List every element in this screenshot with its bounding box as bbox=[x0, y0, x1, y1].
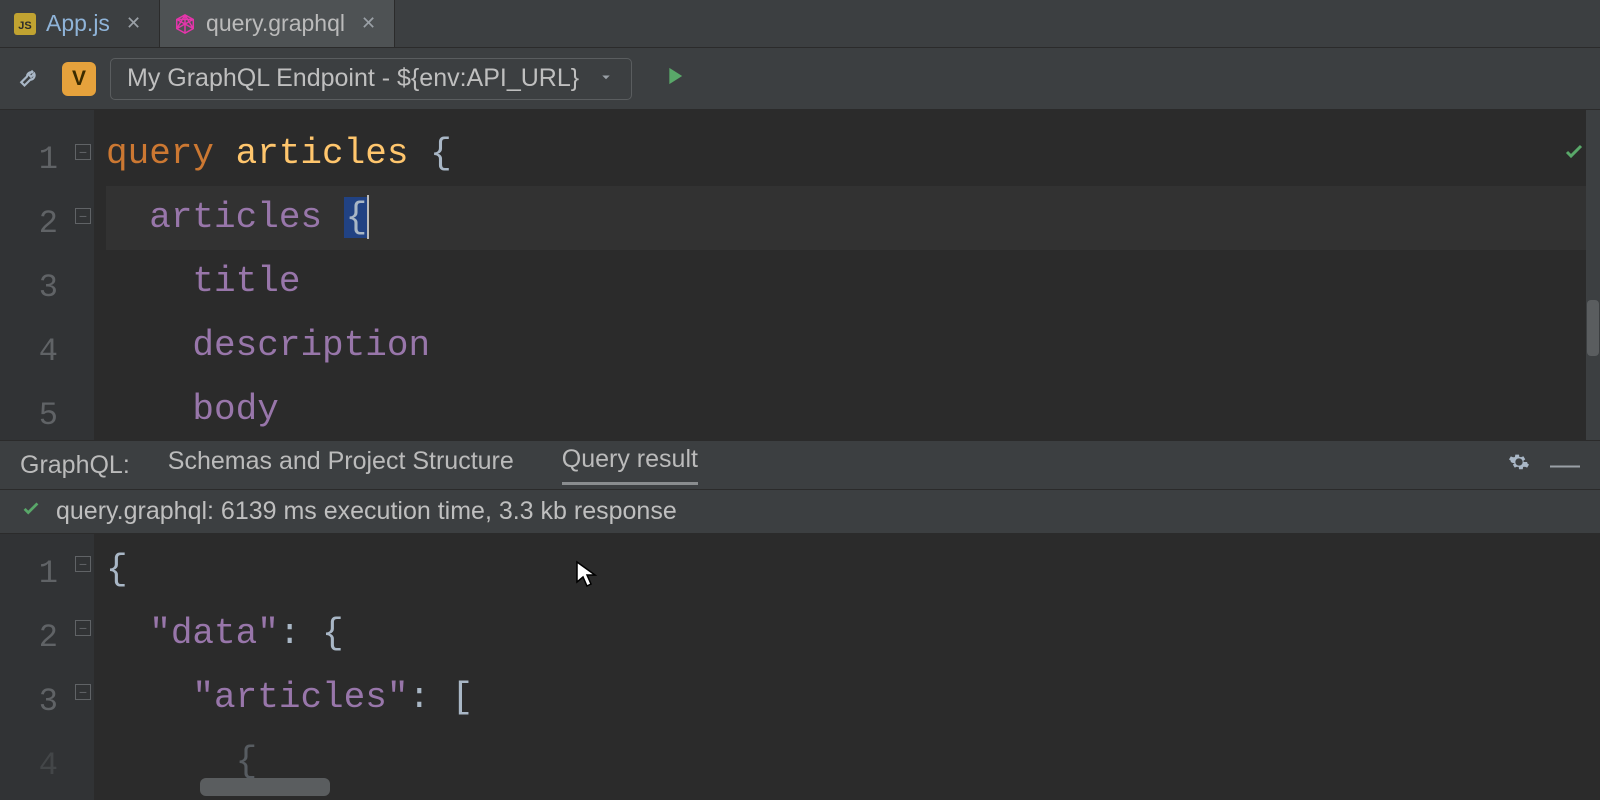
scrollbar-thumb[interactable] bbox=[1587, 300, 1599, 356]
line-number: 5 bbox=[0, 384, 58, 448]
variables-button[interactable]: V bbox=[62, 62, 96, 96]
line-number: 3 bbox=[0, 256, 58, 320]
run-query-button[interactable] bbox=[660, 62, 688, 95]
settings-wrench-icon[interactable] bbox=[14, 62, 48, 96]
line-number: 1 bbox=[0, 128, 58, 192]
inspection-ok-icon[interactable] bbox=[1562, 122, 1586, 186]
line-number-gutter: 1 2 3 4 5 bbox=[0, 110, 72, 440]
query-status-bar: query.graphql: 6139 ms execution time, 3… bbox=[0, 490, 1600, 534]
token-field: description bbox=[192, 325, 430, 366]
fold-toggle-icon[interactable]: − bbox=[75, 144, 91, 160]
check-icon bbox=[20, 497, 42, 526]
text-caret bbox=[367, 195, 369, 239]
line-number: 2 bbox=[0, 192, 58, 256]
fold-toggle-icon[interactable]: − bbox=[75, 684, 91, 700]
line-number: 4 bbox=[0, 320, 58, 384]
line-number: 1 bbox=[0, 542, 58, 606]
indent bbox=[106, 197, 149, 238]
fold-toggle-icon[interactable]: − bbox=[75, 620, 91, 636]
graphql-toolbar: V My GraphQL Endpoint - ${env:API_URL} bbox=[0, 48, 1600, 110]
token-brace: { bbox=[106, 549, 128, 590]
graphql-file-icon bbox=[174, 13, 196, 35]
indent bbox=[106, 261, 192, 302]
tab-query-graphql[interactable]: query.graphql ✕ bbox=[160, 0, 395, 47]
token-operation-name: articles bbox=[236, 133, 430, 174]
editor-tab-bar: JS App.js ✕ query.graphql ✕ bbox=[0, 0, 1600, 48]
indent bbox=[106, 677, 192, 718]
horizontal-scrollbar[interactable] bbox=[200, 778, 330, 796]
close-icon[interactable]: ✕ bbox=[361, 13, 376, 34]
token-keyword: query bbox=[106, 133, 236, 174]
tab-label: App.js bbox=[46, 10, 110, 37]
tab-query-result[interactable]: Query result bbox=[562, 445, 698, 485]
fold-gutter: − − bbox=[72, 110, 94, 440]
code-editor[interactable]: 1 2 3 4 5 − − query articles { articles … bbox=[0, 110, 1600, 440]
token-field: body bbox=[192, 389, 278, 430]
js-file-icon: JS bbox=[14, 13, 36, 35]
chevron-down-icon bbox=[597, 64, 615, 93]
indent bbox=[106, 613, 149, 654]
tab-label: query.graphql bbox=[206, 10, 345, 37]
svg-text:JS: JS bbox=[18, 20, 31, 32]
token-key: "data" bbox=[149, 613, 279, 654]
status-text: query.graphql: 6139 ms execution time, 3… bbox=[56, 497, 677, 526]
fold-toggle-icon[interactable]: − bbox=[75, 556, 91, 572]
graphql-tool-window-header: GraphQL: Schemas and Project Structure Q… bbox=[0, 440, 1600, 490]
fold-toggle-icon[interactable]: − bbox=[75, 208, 91, 224]
token-brace: { bbox=[344, 197, 370, 238]
query-result-editor[interactable]: 1 2 3 4 − − − { "data": { "articles": [ … bbox=[0, 534, 1600, 800]
endpoint-label: My GraphQL Endpoint - ${env:API_URL} bbox=[127, 64, 579, 93]
token-brace: { bbox=[430, 133, 452, 174]
code-area[interactable]: { "data": { "articles": [ { bbox=[94, 534, 1600, 800]
token-field: articles bbox=[149, 197, 343, 238]
line-number: 2 bbox=[0, 606, 58, 670]
env-badge-label: V bbox=[72, 67, 86, 91]
indent bbox=[106, 325, 192, 366]
fold-gutter: − − − bbox=[72, 534, 94, 800]
token-brace: { bbox=[236, 741, 258, 782]
line-number: 3 bbox=[0, 670, 58, 734]
indent bbox=[106, 741, 236, 782]
tab-app-js[interactable]: JS App.js ✕ bbox=[0, 0, 160, 47]
code-area[interactable]: query articles { articles { title descri… bbox=[94, 110, 1600, 440]
token-punct: : [ bbox=[408, 677, 473, 718]
token-key: "articles" bbox=[192, 677, 408, 718]
tab-schemas[interactable]: Schemas and Project Structure bbox=[168, 447, 514, 484]
indent bbox=[106, 389, 192, 430]
line-number-gutter: 1 2 3 4 bbox=[0, 534, 72, 800]
gear-icon[interactable] bbox=[1508, 451, 1530, 480]
close-icon[interactable]: ✕ bbox=[126, 13, 141, 34]
line-number: 4 bbox=[0, 734, 58, 798]
minimize-icon[interactable]: — bbox=[1550, 448, 1580, 482]
token-punct: : { bbox=[279, 613, 344, 654]
endpoint-dropdown[interactable]: My GraphQL Endpoint - ${env:API_URL} bbox=[110, 58, 632, 100]
token-field: title bbox=[192, 261, 300, 302]
vertical-scrollbar[interactable] bbox=[1586, 110, 1600, 440]
